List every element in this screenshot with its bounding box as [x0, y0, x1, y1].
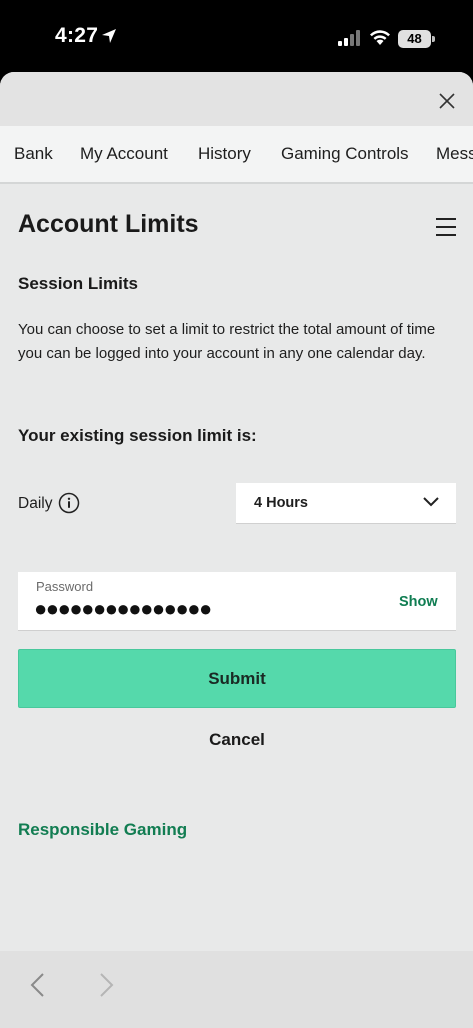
battery-icon: 48: [398, 30, 431, 48]
chevron-down-icon: [423, 497, 439, 507]
password-input[interactable]: ●●●●●●●●●●●●●●●: [34, 596, 212, 622]
tab-my-account[interactable]: My Account: [80, 126, 168, 182]
cellular-signal-icon: [338, 30, 360, 46]
sheet-header: [0, 72, 473, 126]
password-field[interactable]: Password ●●●●●●●●●●●●●●● Show: [18, 572, 456, 631]
tab-bank[interactable]: Bank: [14, 126, 53, 182]
tab-bar: Bank My Account History Gaming Controls …: [0, 126, 473, 184]
modal-sheet: Bank My Account History Gaming Controls …: [0, 72, 473, 1028]
section-description: You can choose to set a limit to restric…: [18, 321, 436, 362]
browser-bottom-bar: [0, 951, 473, 1028]
wifi-icon: [370, 30, 390, 45]
daily-label: Daily: [18, 495, 53, 512]
daily-limit-value: 4 Hours: [254, 495, 308, 511]
page-title: Account Limits: [18, 210, 199, 238]
tab-messages[interactable]: Mess: [436, 126, 473, 182]
close-icon[interactable]: [434, 88, 460, 114]
section-title: Session Limits: [18, 274, 138, 293]
daily-limit-select[interactable]: 4 Hours: [236, 483, 456, 524]
responsible-gaming-link[interactable]: Responsible Gaming: [18, 820, 187, 840]
status-bar: 4:27 48: [0, 0, 473, 72]
submit-button[interactable]: Submit: [18, 649, 456, 708]
show-password-button[interactable]: Show: [399, 594, 438, 610]
back-arrow-icon[interactable]: [28, 971, 48, 999]
info-icon[interactable]: [58, 492, 80, 514]
tab-gaming-controls[interactable]: Gaming Controls: [281, 126, 409, 182]
hamburger-menu-icon[interactable]: [436, 218, 456, 236]
battery-nub: [432, 36, 435, 42]
status-time: 4:27: [55, 24, 99, 47]
forward-arrow-icon[interactable]: [96, 971, 116, 999]
location-arrow-icon: [102, 29, 116, 43]
password-label: Password: [36, 579, 94, 594]
cancel-button[interactable]: Cancel: [18, 730, 456, 754]
existing-limit-label: Your existing session limit is:: [18, 426, 257, 445]
tab-history[interactable]: History: [198, 126, 251, 182]
